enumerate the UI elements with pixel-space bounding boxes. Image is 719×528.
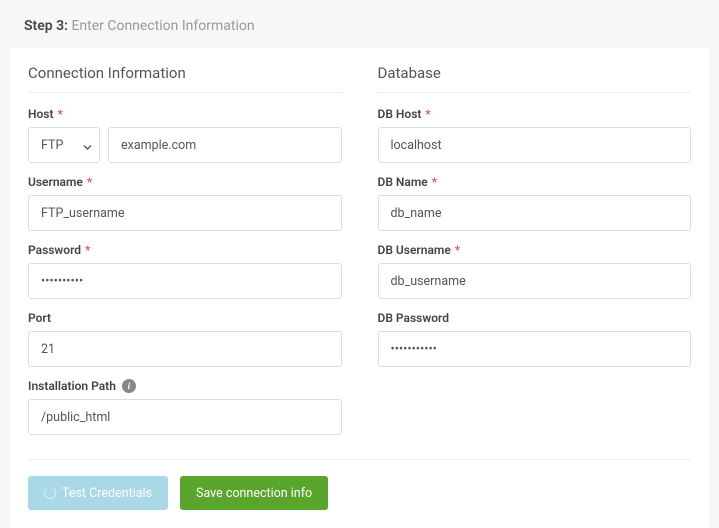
username-input[interactable] bbox=[28, 195, 342, 231]
step-header: Step 3: Enter Connection Information bbox=[0, 0, 719, 48]
divider bbox=[28, 459, 691, 460]
username-field: Username * bbox=[28, 175, 342, 231]
db-name-field: DB Name * bbox=[378, 175, 692, 231]
required-marker: * bbox=[432, 175, 437, 189]
install-path-input[interactable] bbox=[28, 399, 342, 435]
install-path-label: Installation Path bbox=[28, 379, 116, 393]
port-input[interactable] bbox=[28, 331, 342, 367]
database-section-title: Database bbox=[378, 64, 692, 93]
required-marker: * bbox=[58, 107, 63, 121]
db-name-label: DB Name bbox=[378, 175, 428, 189]
protocol-select[interactable]: FTP bbox=[28, 127, 100, 163]
step-number: Step 3: bbox=[24, 18, 68, 34]
save-connection-button[interactable]: Save connection info bbox=[180, 476, 328, 510]
db-password-field: DB Password bbox=[378, 311, 692, 367]
password-label: Password bbox=[28, 243, 81, 257]
host-label: Host bbox=[28, 107, 54, 121]
required-marker: * bbox=[87, 175, 92, 189]
port-label: Port bbox=[28, 311, 51, 325]
connection-section-title: Connection Information bbox=[28, 64, 342, 93]
test-credentials-button[interactable]: Test Credentials bbox=[28, 476, 168, 510]
db-name-input[interactable] bbox=[378, 195, 692, 231]
db-password-input[interactable] bbox=[378, 331, 692, 367]
form-card: Connection Information Host * FTP bbox=[10, 48, 709, 528]
test-credentials-label: Test Credentials bbox=[62, 486, 152, 501]
db-host-label: DB Host bbox=[378, 107, 422, 121]
host-input[interactable] bbox=[108, 127, 342, 163]
password-field: Password * bbox=[28, 243, 342, 299]
button-row: Test Credentials Save connection info bbox=[28, 476, 691, 510]
db-username-field: DB Username * bbox=[378, 243, 692, 299]
required-marker: * bbox=[85, 243, 90, 257]
db-host-input[interactable] bbox=[378, 127, 692, 163]
host-field: Host * FTP bbox=[28, 107, 342, 163]
info-icon[interactable]: i bbox=[122, 379, 136, 393]
save-connection-label: Save connection info bbox=[196, 486, 312, 501]
database-section: Database DB Host * DB Name * DB Username bbox=[378, 64, 692, 447]
username-label: Username bbox=[28, 175, 83, 189]
db-host-field: DB Host * bbox=[378, 107, 692, 163]
spinner-icon bbox=[44, 487, 56, 499]
install-path-field: Installation Path i bbox=[28, 379, 342, 435]
password-input[interactable] bbox=[28, 263, 342, 299]
connection-section: Connection Information Host * FTP bbox=[28, 64, 342, 447]
db-password-label: DB Password bbox=[378, 311, 449, 325]
required-marker: * bbox=[425, 107, 430, 121]
db-username-input[interactable] bbox=[378, 263, 692, 299]
required-marker: * bbox=[455, 243, 460, 257]
step-title: Enter Connection Information bbox=[71, 18, 254, 34]
db-username-label: DB Username bbox=[378, 243, 451, 257]
port-field: Port bbox=[28, 311, 342, 367]
